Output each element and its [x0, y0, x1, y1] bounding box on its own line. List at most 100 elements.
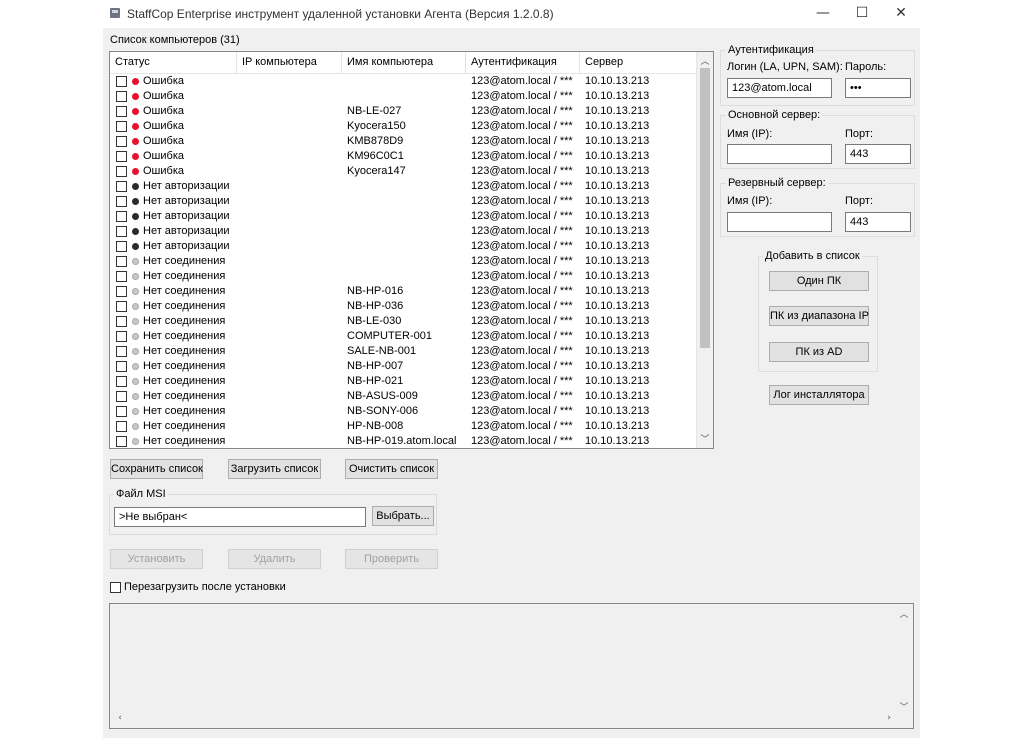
table-row[interactable]: Нет соединения NB-HP-007 123@atom.local / …: [110, 359, 696, 374]
status-cell: Ошибка: [143, 105, 184, 117]
auth-cell: 123@atom.local / ***: [471, 150, 573, 162]
log-scroll-right-icon[interactable]: ›: [881, 713, 897, 727]
main-server-port-input[interactable]: 443: [845, 144, 911, 164]
status-cell: Ошибка: [143, 120, 184, 132]
save-list-button[interactable]: Сохранить список: [110, 459, 203, 479]
maximize-button[interactable]: ☐: [843, 0, 881, 28]
table-row[interactable]: Ошибка 123@atom.local / *** 10.10.13.213: [110, 89, 696, 104]
row-checkbox[interactable]: [116, 421, 127, 432]
status-dot-icon: [132, 228, 139, 235]
status-cell: Нет авторизации: [143, 240, 230, 252]
remove-button[interactable]: Удалить: [228, 549, 321, 569]
row-checkbox[interactable]: [116, 376, 127, 387]
table-row[interactable]: Нет соединения 123@atom.local / *** 10.10.…: [110, 254, 696, 269]
table-row[interactable]: Нет соединения HP-NB-008 123@atom.local / …: [110, 419, 696, 434]
row-checkbox[interactable]: [116, 181, 127, 192]
table-row[interactable]: Нет авторизации 123@atom.local / *** 10.10…: [110, 224, 696, 239]
table-row[interactable]: Нет соединения NB-HP-019.atom.local 123@at…: [110, 434, 696, 448]
add-from-ad-button[interactable]: ПК из AD: [769, 342, 869, 362]
row-checkbox[interactable]: [116, 91, 127, 102]
table-row[interactable]: Нет соединения NB-HP-036 123@atom.local / …: [110, 299, 696, 314]
table-row[interactable]: Нет соединения 123@atom.local / *** 10.10.…: [110, 269, 696, 284]
browse-msi-button[interactable]: Выбрать...: [372, 506, 434, 526]
password-input[interactable]: •••: [845, 78, 911, 98]
table-row[interactable]: Нет авторизации 123@atom.local / *** 10.10…: [110, 239, 696, 254]
column-auth[interactable]: Аутентификация: [466, 52, 580, 73]
log-scroll-up-icon[interactable]: ︿: [896, 607, 912, 621]
status-cell: Нет авторизации: [143, 225, 230, 237]
column-status[interactable]: Статус: [110, 52, 237, 73]
row-checkbox[interactable]: [116, 286, 127, 297]
row-checkbox[interactable]: [116, 391, 127, 402]
close-button[interactable]: ✕: [882, 0, 920, 28]
row-checkbox[interactable]: [116, 331, 127, 342]
scroll-up-icon[interactable]: ︿: [697, 54, 713, 68]
table-row[interactable]: Нет соединения NB-HP-016 123@atom.local / …: [110, 284, 696, 299]
load-list-button[interactable]: Загрузить список: [228, 459, 321, 479]
column-server[interactable]: Сервер: [580, 52, 696, 73]
log-scroll-left-icon[interactable]: ‹: [112, 713, 128, 727]
table-vertical-scrollbar[interactable]: ︿ ﹀: [696, 52, 713, 448]
row-checkbox[interactable]: [116, 106, 127, 117]
status-dot-icon: [132, 78, 139, 85]
computer-table[interactable]: Статус IP компьютера Имя компьютера Ауте…: [109, 51, 714, 449]
row-checkbox[interactable]: [116, 241, 127, 252]
table-row[interactable]: Ошибка Kyocera150 123@atom.local / *** 10.1…: [110, 119, 696, 134]
table-row[interactable]: Ошибка NB-LE-027 123@atom.local / *** 10.10…: [110, 104, 696, 119]
msi-file-field[interactable]: >Не выбран<: [114, 507, 366, 527]
row-checkbox[interactable]: [116, 121, 127, 132]
row-checkbox[interactable]: [116, 151, 127, 162]
table-row[interactable]: Нет авторизации 123@atom.local / *** 10.10…: [110, 209, 696, 224]
table-row[interactable]: Нет соединения NB-ASUS-009 123@atom.local …: [110, 389, 696, 404]
table-row[interactable]: Ошибка KMB878D9 123@atom.local / *** 10.10.…: [110, 134, 696, 149]
scrollbar-thumb[interactable]: [700, 68, 710, 348]
scroll-down-icon[interactable]: ﹀: [697, 432, 713, 446]
check-button[interactable]: Проверить: [345, 549, 438, 569]
table-row[interactable]: Ошибка KM96C0C1 123@atom.local / *** 10.10.…: [110, 149, 696, 164]
table-row[interactable]: Нет соединения NB-HP-021 123@atom.local / …: [110, 374, 696, 389]
row-checkbox[interactable]: [116, 346, 127, 357]
table-row[interactable]: Нет авторизации 123@atom.local / *** 10.10…: [110, 194, 696, 209]
reboot-checkbox[interactable]: [110, 582, 121, 593]
log-area[interactable]: ︿ ﹀ ‹ ›: [109, 603, 914, 729]
table-row[interactable]: Нет соединения NB-LE-030 123@atom.local / …: [110, 314, 696, 329]
add-one-pc-button[interactable]: Один ПК: [769, 271, 869, 291]
row-checkbox[interactable]: [116, 226, 127, 237]
server-cell: 10.10.13.213: [585, 330, 650, 342]
table-body: Ошибка 123@atom.local / *** 10.10.13.213 Ош…: [110, 74, 696, 448]
table-row[interactable]: Нет авторизации 123@atom.local / *** 10.10…: [110, 179, 696, 194]
backup-server-port-input[interactable]: 443: [845, 212, 911, 232]
row-checkbox[interactable]: [116, 211, 127, 222]
status-cell: Нет соединения: [143, 435, 226, 447]
row-checkbox[interactable]: [116, 76, 127, 87]
computer-name-cell: NB-HP-016: [347, 285, 404, 297]
table-row[interactable]: Ошибка Kyocera147 123@atom.local / *** 10.1…: [110, 164, 696, 179]
row-checkbox[interactable]: [116, 406, 127, 417]
minimize-button[interactable]: —: [804, 0, 842, 28]
row-checkbox[interactable]: [116, 436, 127, 447]
add-ip-range-button[interactable]: ПК из диапазона IP: [769, 306, 869, 326]
login-input[interactable]: 123@atom.local: [727, 78, 832, 98]
row-checkbox[interactable]: [116, 361, 127, 372]
row-checkbox[interactable]: [116, 256, 127, 267]
row-checkbox[interactable]: [116, 136, 127, 147]
row-checkbox[interactable]: [116, 196, 127, 207]
table-row[interactable]: Ошибка 123@atom.local / *** 10.10.13.213: [110, 74, 696, 89]
table-row[interactable]: Нет соединения SALE-NB-001 123@atom.local …: [110, 344, 696, 359]
table-row[interactable]: Нет соединения COMPUTER-001 123@atom.local…: [110, 329, 696, 344]
log-scroll-down-icon[interactable]: ﹀: [896, 700, 912, 714]
column-name[interactable]: Имя компьютера: [342, 52, 466, 73]
status-cell: Ошибка: [143, 135, 184, 147]
backup-server-name-input[interactable]: [727, 212, 832, 232]
main-server-name-input[interactable]: [727, 144, 832, 164]
row-checkbox[interactable]: [116, 166, 127, 177]
install-button[interactable]: Установить: [110, 549, 203, 569]
server-cell: 10.10.13.213: [585, 315, 650, 327]
installer-log-button[interactable]: Лог инсталлятора: [769, 385, 869, 405]
row-checkbox[interactable]: [116, 301, 127, 312]
table-row[interactable]: Нет соединения NB-SONY-006 123@atom.local …: [110, 404, 696, 419]
column-ip[interactable]: IP компьютера: [237, 52, 342, 73]
row-checkbox[interactable]: [116, 316, 127, 327]
clear-list-button[interactable]: Очистить список: [345, 459, 438, 479]
row-checkbox[interactable]: [116, 271, 127, 282]
